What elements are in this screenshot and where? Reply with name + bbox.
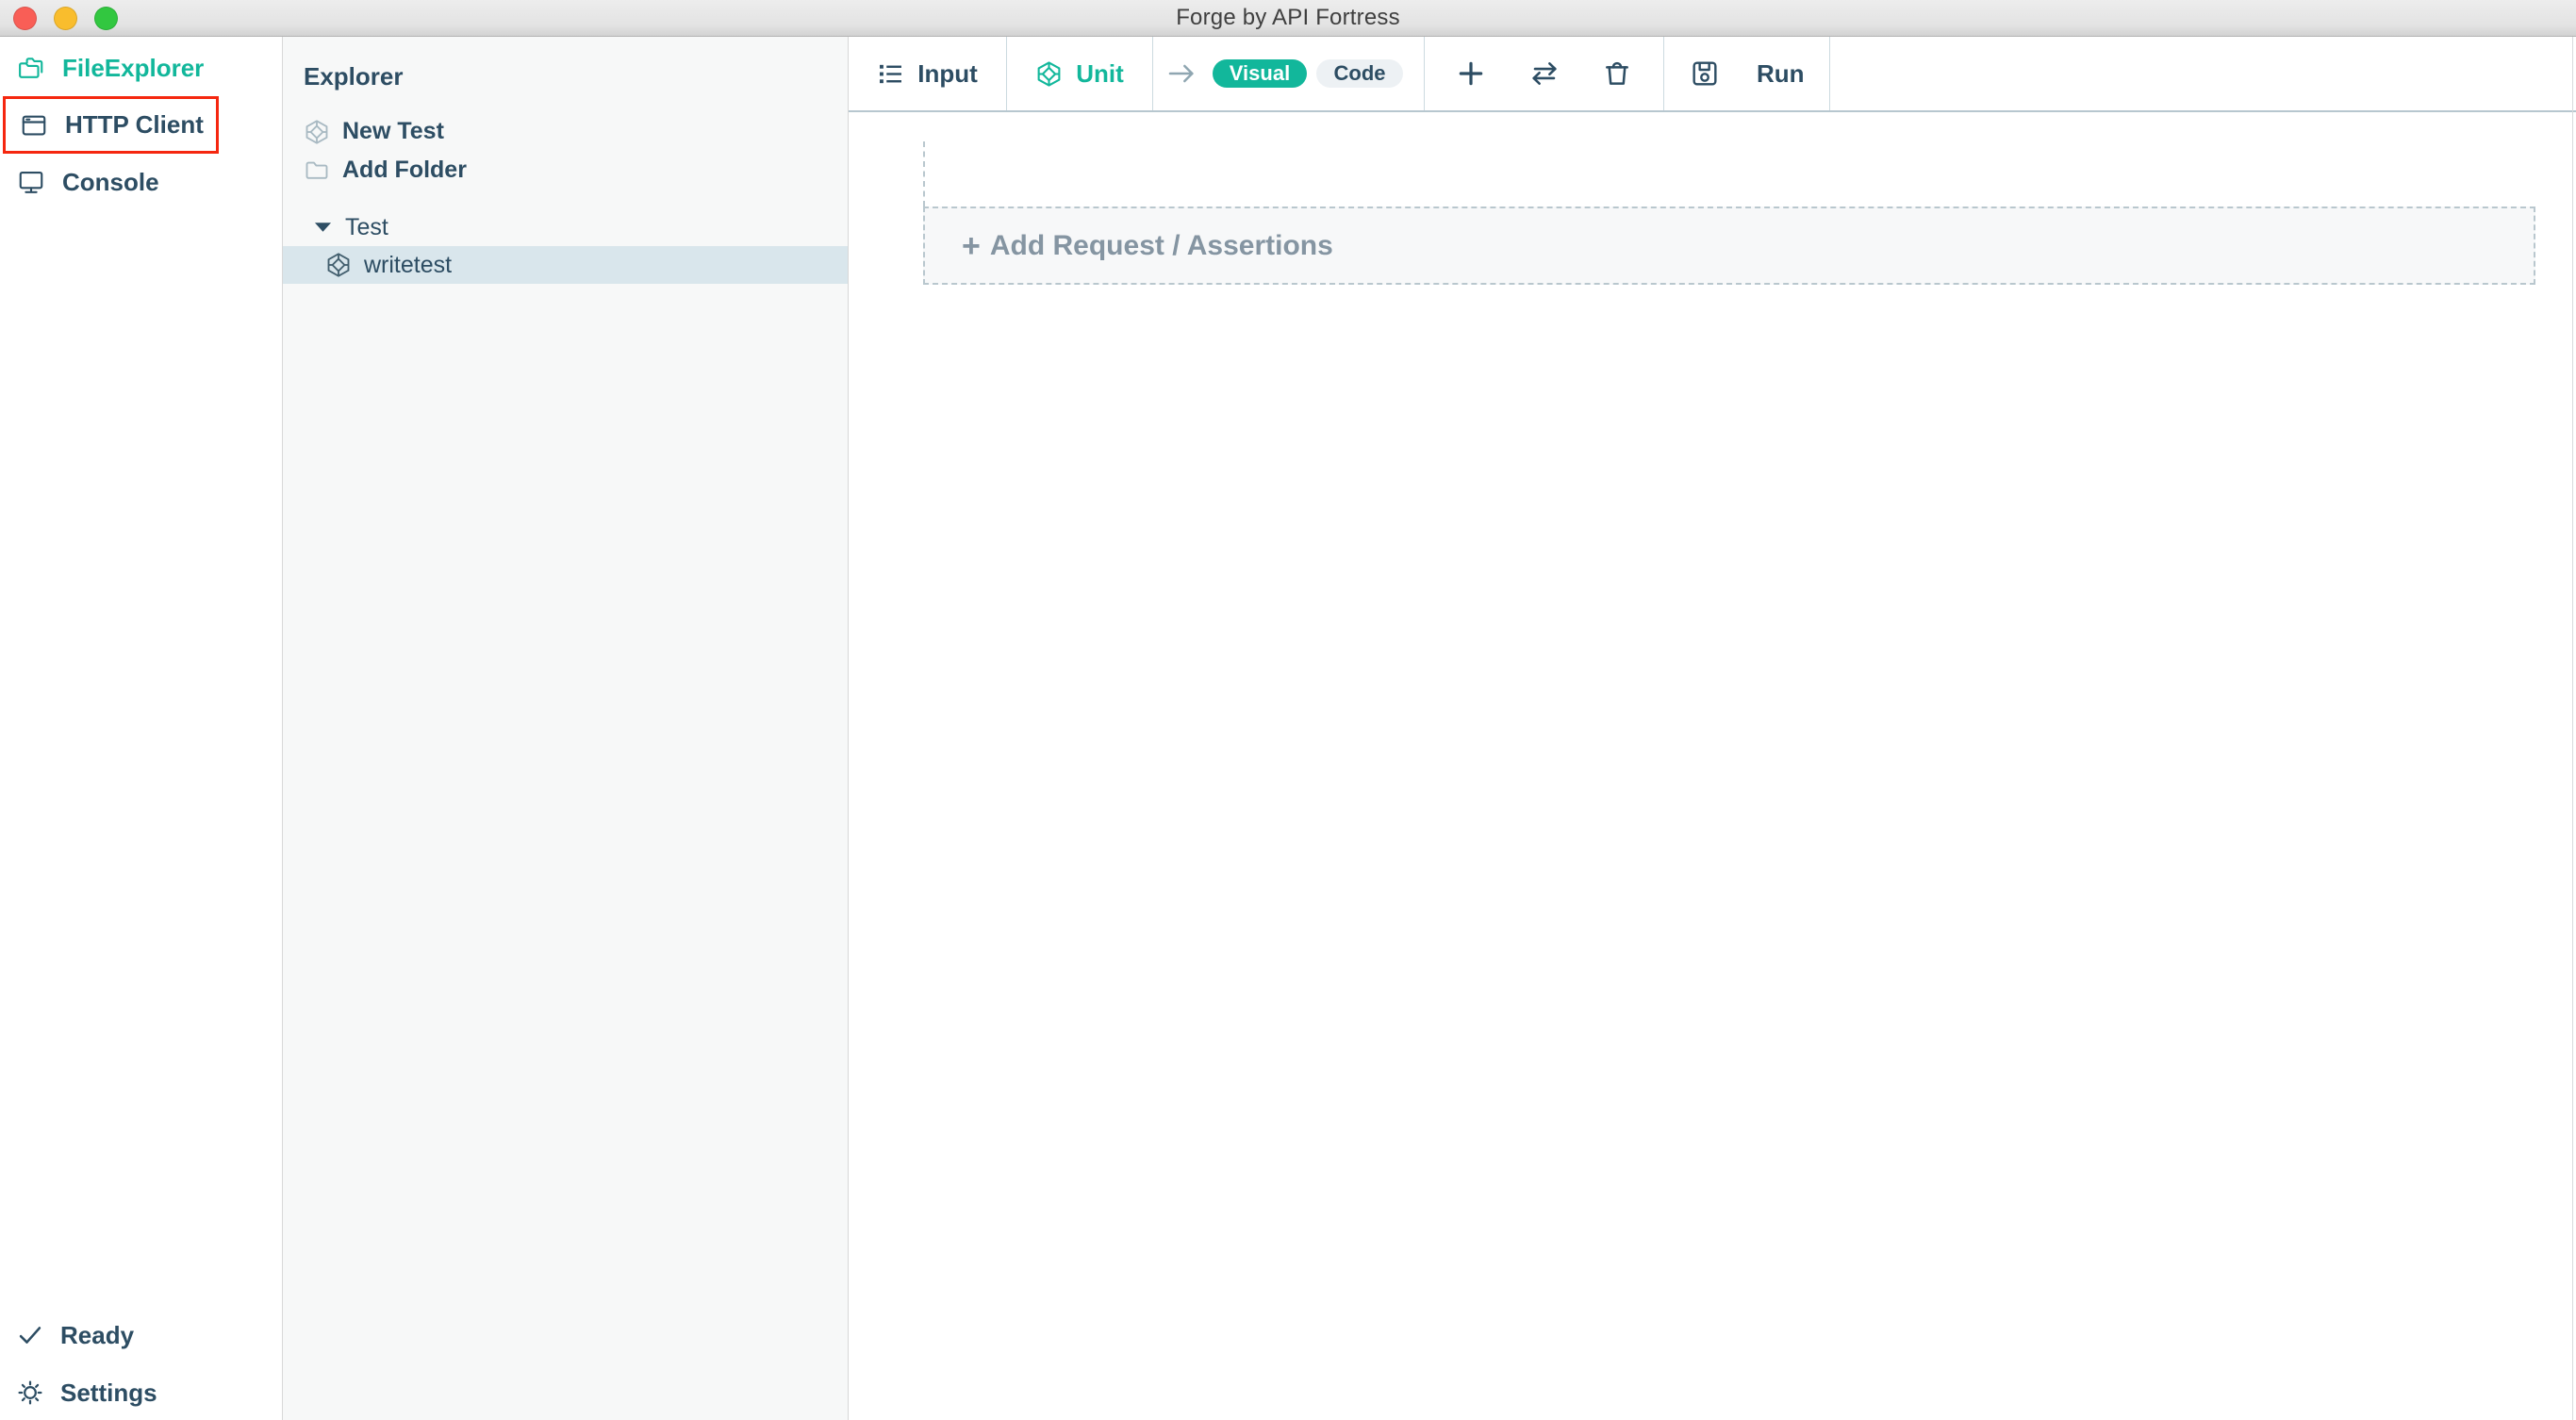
explorer-panel: Explorer New Test Add Folder Test writet… [283,37,849,1420]
add-folder-label: Add Folder [342,157,467,183]
status-ready: Ready [0,1316,282,1354]
reorder-button[interactable] [1528,58,1560,90]
folder-icon [305,161,328,179]
sidebar-item-label: FileExplorer [62,53,205,82]
tab-unit-label: Unit [1076,58,1124,88]
monitor-icon [19,171,43,193]
run-button[interactable]: Run [1757,59,1805,89]
run-group: Run [1664,37,1830,110]
code-mode-label: Code [1333,61,1386,85]
visual-mode-button[interactable]: Visual [1213,59,1307,88]
trash-icon [1606,61,1628,85]
code-mode-button[interactable]: Code [1316,59,1403,88]
window-controls [13,7,118,30]
sidebar-item-label: Console [62,167,159,196]
plus-icon: + [962,227,981,264]
status-label: Ready [60,1320,135,1349]
sidebar-item-settings[interactable]: Settings [0,1374,282,1412]
visual-mode-label: Visual [1229,61,1291,85]
cube-icon [1037,60,1061,87]
plus-icon [1459,61,1483,86]
new-test-label: New Test [342,118,444,144]
tab-unit[interactable]: Unit [1007,37,1153,110]
tab-input-label: Input [917,58,978,88]
new-test-button[interactable]: New Test [283,112,848,151]
save-button[interactable] [1689,58,1721,90]
tab-input[interactable]: Input [849,37,1007,110]
tree-node-label: Test [345,213,388,240]
drop-connector-line [923,141,925,206]
editor-toolbar: Input Unit Visual Code Run [849,37,2576,112]
add-component-button[interactable] [1455,58,1487,90]
tree-node-test[interactable]: Test [283,208,848,246]
sidebar-item-http-client[interactable]: HTTP Client [3,96,219,154]
sidebar-footer: Ready Settings [0,1316,282,1420]
test-cube-icon [305,119,328,144]
explorer-panel-title: Explorer [304,62,404,91]
check-icon [19,1327,41,1344]
tree-node-label: writetest [364,251,453,278]
window-title: Forge by API Fortress [1176,5,1400,30]
main-area: Input Unit Visual Code Run + Add Request… [849,37,2576,1420]
swap-arrows-icon [1531,62,1557,85]
test-cube-icon [327,253,350,277]
save-icon [1693,61,1717,86]
delete-button[interactable] [1601,58,1633,90]
explorer-tree: Test writetest [283,208,848,284]
app-window: Forge by API Fortress FileExplorer HTTP … [0,0,2576,1420]
titlebar: Forge by API Fortress [0,0,2576,37]
left-sidebar: FileExplorer HTTP Client Console Ready S… [0,37,283,1420]
add-folder-button[interactable]: Add Folder [283,151,848,190]
zoom-window-button[interactable] [94,7,118,30]
browser-icon [22,115,46,135]
toolbar-filler [1830,37,2576,110]
window-right-edge [2572,37,2573,1420]
test-composer-canvas: + Add Request / Assertions [849,112,2576,1420]
explorer-actions: New Test Add Folder [283,112,848,190]
sidebar-item-label: Settings [60,1378,157,1407]
sidebar-item-label: HTTP Client [65,110,204,139]
component-actions-group [1425,37,1664,110]
list-icon [880,64,902,83]
close-window-button[interactable] [13,7,37,30]
view-mode-group: Visual Code [1153,37,1425,110]
folders-icon [19,58,43,78]
sidebar-item-file-explorer[interactable]: FileExplorer [0,49,282,87]
sidebar-item-console[interactable]: Console [0,163,282,201]
add-request-assertions-button[interactable]: + Add Request / Assertions [923,206,2535,285]
add-request-assertions-label: Add Request / Assertions [989,229,1333,261]
arrow-right-icon [1168,64,1194,83]
gear-icon [18,1380,42,1405]
caret-down-icon [314,223,332,232]
tree-node-writetest[interactable]: writetest [283,246,848,284]
minimize-window-button[interactable] [54,7,77,30]
